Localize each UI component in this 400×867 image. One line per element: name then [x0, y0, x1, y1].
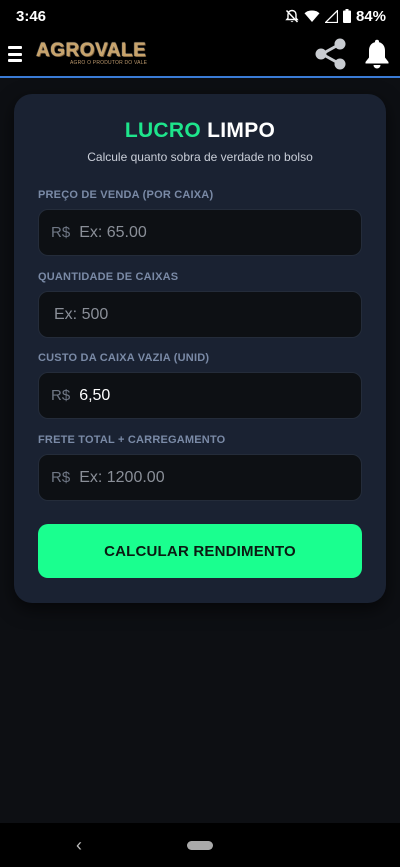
box-quantity-input[interactable]: Ex: 500	[38, 291, 362, 338]
app-bar: AGROVALE AGRO O PRODUTOR DO VALE	[0, 32, 400, 78]
title-main: LIMPO	[207, 119, 276, 142]
currency-prefix: R$	[51, 387, 71, 404]
status-icons: 84%	[285, 8, 386, 25]
share-icon[interactable]	[314, 38, 348, 70]
field-sale-price: PREÇO DE VENDA (POR CAIXA) R$ Ex: 65.00	[38, 189, 362, 256]
card-subtitle: Calcule quanto sobra de verdade no bolso	[87, 150, 313, 164]
currency-prefix: R$	[51, 224, 71, 241]
empty-box-cost-input[interactable]: R$ 6,50	[38, 372, 362, 419]
field-empty-box-cost: CUSTO DA CAIXA VAZIA (UNID) R$ 6,50	[38, 352, 362, 419]
app-actions	[314, 38, 392, 70]
logo-subtitle: AGRO O PRODUTOR DO VALE	[70, 60, 148, 66]
notifications-off-icon	[285, 9, 299, 23]
status-bar: 3:46 84%	[0, 0, 400, 32]
field-box-quantity: QUANTIDADE DE CAIXAS Ex: 500	[38, 271, 362, 338]
input-value: 6,50	[79, 386, 111, 404]
home-pill-icon[interactable]	[187, 840, 213, 850]
field-label: FRETE TOTAL + CARREGAMENTO	[38, 434, 226, 446]
field-label: QUANTIDADE DE CAIXAS	[38, 271, 179, 283]
signal-icon	[324, 9, 338, 23]
calculate-button[interactable]: CALCULAR RENDIMENTO	[38, 524, 362, 578]
battery-percent: 84%	[355, 7, 386, 25]
menu-icon[interactable]	[8, 46, 22, 62]
logo-text: AGROVALE	[36, 40, 147, 61]
bell-icon[interactable]	[364, 39, 390, 69]
field-freight-total: FRETE TOTAL + CARREGAMENTO R$ Ex: 1200.0…	[38, 434, 362, 501]
back-icon[interactable]: ‹	[76, 835, 82, 856]
input-placeholder: Ex: 500	[54, 305, 109, 323]
input-placeholder: Ex: 65.00	[79, 223, 147, 241]
title-accent: LUCRO	[124, 119, 202, 142]
currency-prefix: R$	[51, 469, 71, 486]
status-time: 3:46	[16, 7, 47, 25]
sale-price-input[interactable]: R$ Ex: 65.00	[38, 209, 362, 256]
input-placeholder: Ex: 1200.00	[79, 468, 165, 486]
system-nav-bar: ‹	[0, 823, 400, 867]
card-title: LUCRO LIMPO	[38, 119, 362, 143]
wifi-icon	[304, 10, 320, 22]
app-logo[interactable]: AGROVALE AGRO O PRODUTOR DO VALE	[36, 40, 148, 66]
field-label: CUSTO DA CAIXA VAZIA (UNID)	[38, 352, 210, 364]
freight-total-input[interactable]: R$ Ex: 1200.00	[38, 454, 362, 501]
profit-calculator-card: LUCRO LIMPO Calcule quanto sobra de verd…	[14, 94, 386, 603]
battery-icon	[342, 9, 351, 23]
field-label: PREÇO DE VENDA (POR CAIXA)	[38, 189, 214, 201]
